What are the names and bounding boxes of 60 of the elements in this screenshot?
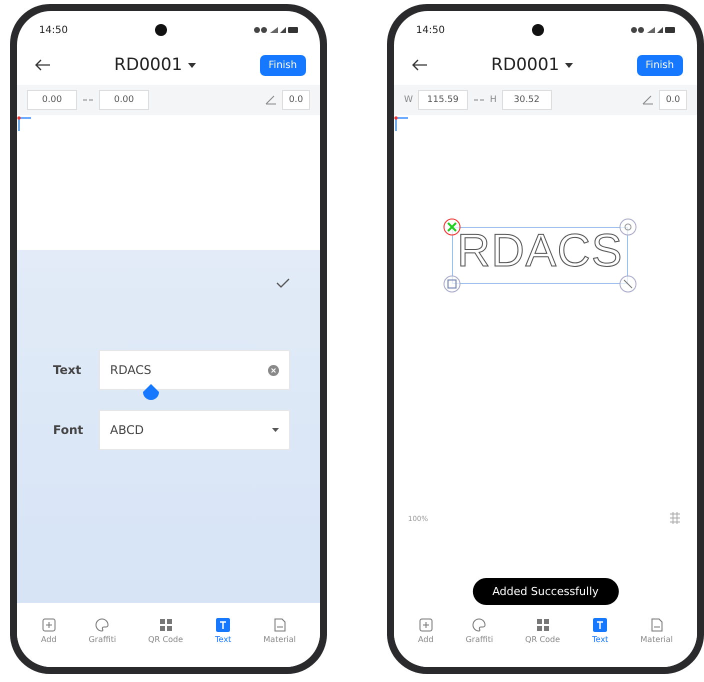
document-icon	[650, 618, 664, 632]
nav-tab[interactable]: Add	[416, 616, 436, 646]
font-label: Font	[53, 423, 84, 437]
rotate-handle-icon[interactable]	[619, 218, 638, 236]
nav-tab[interactable]: Text	[590, 616, 610, 646]
nav-tab[interactable]: Text	[213, 616, 234, 646]
check-icon[interactable]	[276, 278, 290, 288]
text-cursor-handle-icon[interactable]	[143, 384, 159, 402]
qr-code-icon	[158, 618, 173, 632]
text-icon	[216, 618, 230, 632]
finish-button[interactable]: Finish	[260, 54, 306, 76]
add-icon	[42, 618, 56, 632]
nav-tab[interactable]: Graffiti	[86, 616, 118, 646]
height-label: H	[490, 95, 497, 105]
height-field[interactable]: 30.52	[502, 90, 552, 110]
document-icon	[272, 618, 287, 632]
origin-axes-icon	[17, 115, 33, 133]
width-field[interactable]: 115.59	[418, 90, 468, 110]
width-field[interactable]: 0.00	[27, 90, 77, 110]
width-label: W	[404, 95, 413, 105]
nav-tab[interactable]: Graffiti	[464, 616, 496, 646]
clear-icon[interactable]	[268, 364, 279, 376]
origin-axes-icon	[394, 115, 410, 133]
palette-icon	[95, 618, 110, 632]
text-icon	[593, 618, 608, 632]
add-icon	[418, 618, 433, 632]
text-label: Text	[53, 363, 82, 377]
caret-icon	[565, 62, 574, 68]
resize-handle-icon[interactable]	[619, 275, 638, 293]
nav-tab[interactable]: Material	[638, 616, 675, 646]
height-field[interactable]: 0.00	[99, 90, 149, 110]
finish-button[interactable]: Finish	[636, 54, 683, 76]
palette-icon	[472, 618, 486, 632]
back-arrow-icon[interactable]	[35, 59, 51, 71]
text-input-field[interactable]: RDACS	[99, 350, 290, 390]
camera-icon	[532, 24, 544, 36]
angle-icon	[265, 95, 277, 105]
project-title[interactable]: RD0001	[114, 55, 196, 75]
project-title[interactable]: RD0001	[491, 55, 574, 75]
font-select[interactable]: ABCD	[99, 410, 290, 450]
angle-field[interactable]: 0.0	[659, 90, 687, 110]
caret-icon	[188, 62, 196, 68]
nav-tab[interactable]: QR Code	[523, 616, 562, 646]
angle-field[interactable]: 0.0	[282, 90, 310, 110]
nav-tab[interactable]: Material	[261, 616, 298, 646]
back-arrow-icon[interactable]	[412, 59, 428, 71]
grid-icon[interactable]	[669, 511, 681, 525]
status-time: 14:50	[416, 24, 445, 36]
dropdown-caret-icon	[272, 428, 279, 432]
status-icons	[254, 26, 298, 34]
angle-icon	[642, 95, 654, 105]
status-icons	[630, 26, 675, 34]
delete-handle-icon[interactable]	[443, 218, 461, 236]
qr-code-icon	[536, 618, 550, 632]
camera-icon	[154, 24, 167, 36]
success-toast: Added Successfully	[472, 578, 619, 605]
nav-tab[interactable]: Add	[39, 616, 59, 646]
layer-handle-icon[interactable]	[443, 275, 461, 293]
status-time: 14:50	[39, 24, 68, 36]
nav-tab[interactable]: QR Code	[146, 616, 186, 646]
